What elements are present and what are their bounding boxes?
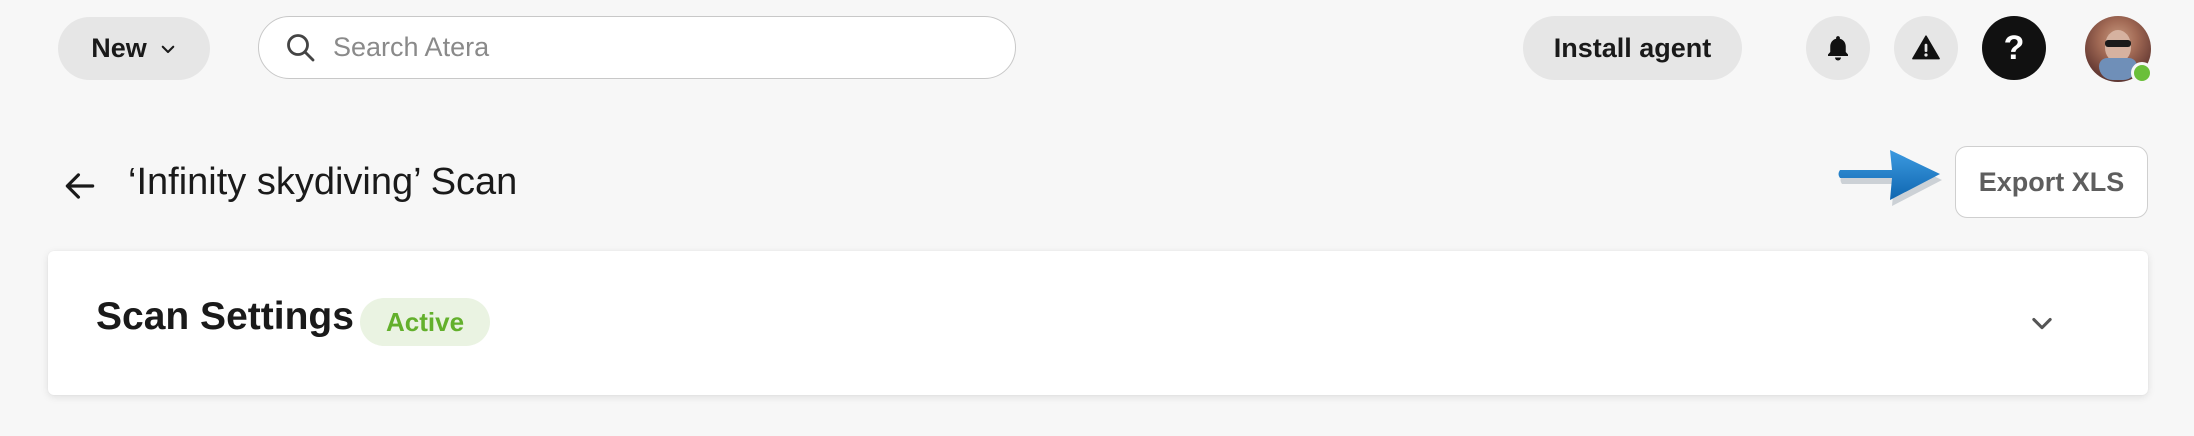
export-xls-label: Export XLS [1978, 166, 2125, 197]
new-button-label: New [91, 33, 147, 63]
install-agent-label: Install agent [1553, 32, 1712, 63]
bell-icon [1828, 36, 1848, 61]
alerts-button[interactable] [1894, 16, 1958, 80]
search-icon [287, 33, 315, 61]
warning-icon [1912, 35, 1940, 60]
card-title: Scan Settings [96, 295, 354, 338]
expand-button[interactable] [2022, 303, 2062, 343]
back-button[interactable] [60, 166, 100, 206]
arrow-left-icon [65, 173, 95, 199]
status-badge: Active [360, 298, 491, 346]
notifications-button[interactable] [1806, 16, 1870, 80]
annotation-arrow-icon [1838, 150, 1942, 206]
help-button[interactable]: ? [1982, 16, 2046, 80]
avatar-glasses [2105, 40, 2131, 47]
new-button[interactable]: New [58, 17, 210, 80]
scan-settings-card[interactable]: Scan Settings Active [48, 251, 2148, 395]
chevron-down-icon [161, 45, 175, 53]
user-avatar[interactable] [2085, 16, 2153, 84]
page-title: ‘Infinity skydiving’ Scan [128, 161, 518, 203]
install-agent-button[interactable]: Install agent [1523, 16, 1742, 80]
search-input[interactable] [331, 31, 975, 64]
online-status-dot [2131, 62, 2153, 84]
top-bar: New Install agent ? [0, 0, 2194, 96]
chevron-down-icon [2032, 317, 2052, 330]
search-bar[interactable] [258, 16, 1016, 79]
export-xls-button[interactable]: Export XLS [1955, 146, 2148, 218]
help-icon: ? [2003, 28, 2025, 67]
